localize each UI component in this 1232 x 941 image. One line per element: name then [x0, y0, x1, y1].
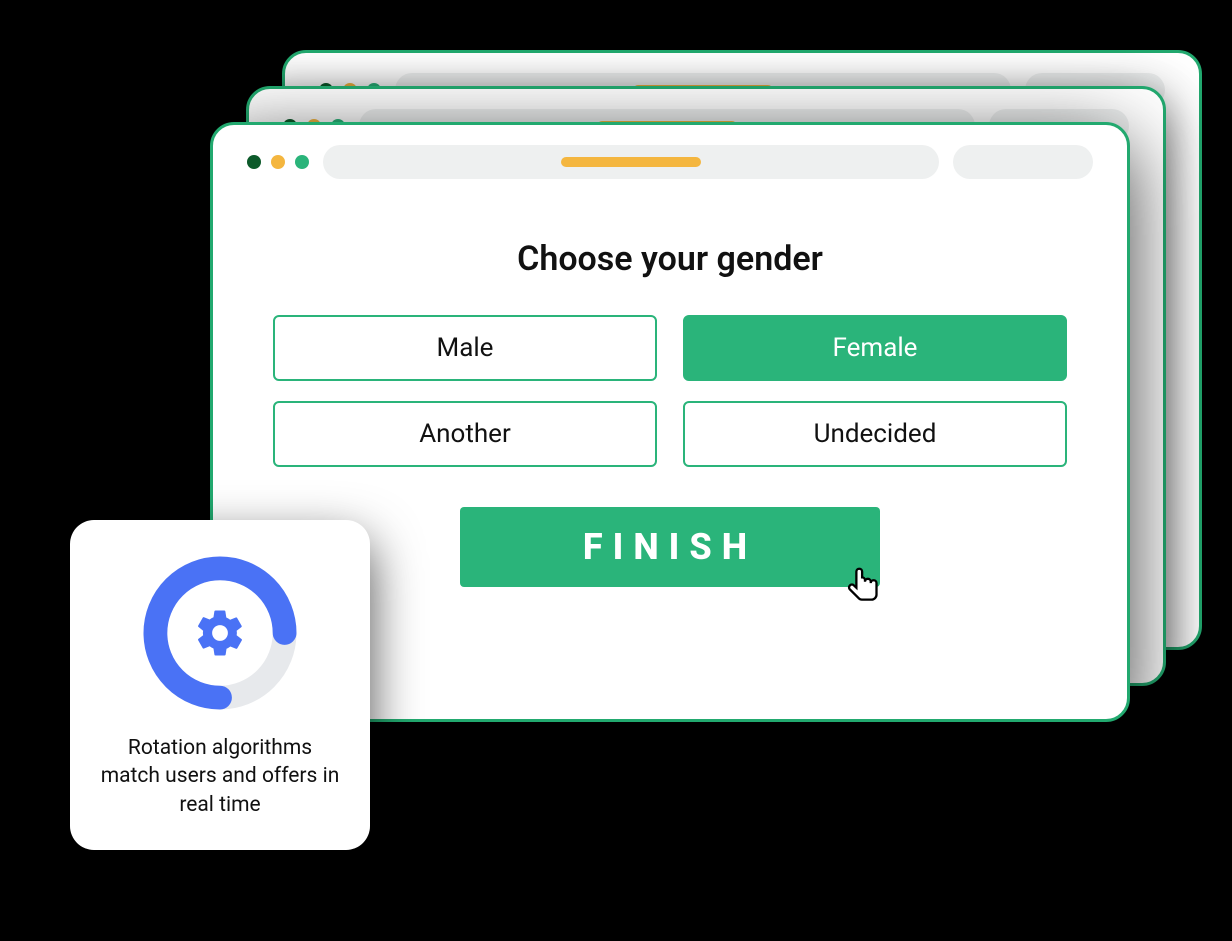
info-card-text: Rotation algorithms match users and offe… — [96, 734, 344, 819]
window-dot-icon — [247, 155, 261, 169]
gender-options: Male Female Another Undecided — [273, 315, 1067, 467]
window-dot-icon — [295, 155, 309, 169]
option-another[interactable]: Another — [273, 401, 657, 467]
option-label: Female — [833, 333, 918, 363]
option-label: Male — [437, 333, 494, 363]
form-heading: Choose your gender — [273, 239, 1067, 279]
option-label: Another — [419, 419, 511, 449]
option-female[interactable]: Female — [683, 315, 1067, 381]
option-label: Undecided — [814, 419, 937, 449]
option-male[interactable]: Male — [273, 315, 657, 381]
address-bar[interactable] — [323, 145, 939, 179]
finish-label: FINISH — [583, 526, 757, 568]
toolbar-pill[interactable] — [953, 145, 1093, 179]
info-card: Rotation algorithms match users and offe… — [70, 520, 370, 850]
window-dots — [247, 155, 309, 169]
option-undecided[interactable]: Undecided — [683, 401, 1067, 467]
finish-button[interactable]: FINISH — [460, 507, 880, 587]
gear-icon — [193, 606, 247, 660]
window-dot-icon — [271, 155, 285, 169]
